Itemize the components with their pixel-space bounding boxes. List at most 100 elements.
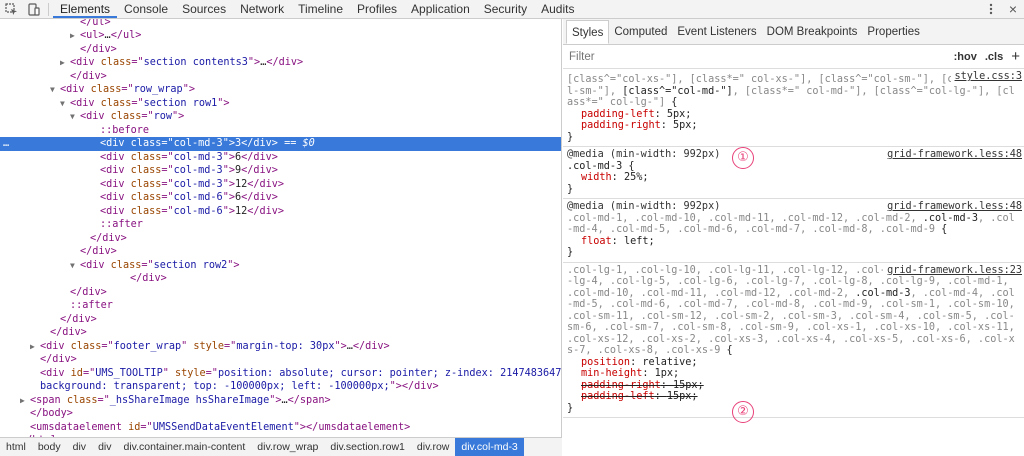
dom-node[interactable]: ▼ <div class="section row2"> (0, 259, 561, 273)
dom-node[interactable]: <div class="col-md-3">12</div> (0, 178, 561, 192)
property-name[interactable]: position (581, 357, 630, 368)
css-declaration[interactable]: padding-left: 5px; (567, 109, 1020, 121)
property-name[interactable]: padding-right (581, 380, 661, 391)
property-name[interactable]: width (581, 172, 612, 183)
property-value[interactable]: 1px; (655, 368, 680, 379)
property-name[interactable]: min-height (581, 368, 642, 379)
breadcrumb-item[interactable]: div.row_wrap (251, 438, 324, 456)
overridden-declaration[interactable]: padding-left: 15px; (567, 391, 1020, 403)
property-value[interactable]: relative; (642, 357, 697, 368)
breadcrumb-item[interactable]: div.row (411, 438, 455, 456)
expand-triangle-open-icon[interactable]: ▼ (70, 259, 80, 273)
dom-node[interactable]: </body> (0, 407, 561, 421)
tab-profiles[interactable]: Profiles (350, 0, 404, 18)
rule-source-link[interactable]: style.css:3 (950, 71, 1022, 83)
rule-selector[interactable]: .col-md-3 { (567, 161, 1020, 173)
sidebar-tab-properties[interactable]: Properties (862, 20, 924, 44)
sidebar-tab-styles[interactable]: Styles (566, 20, 610, 44)
rule-source-link[interactable]: grid-framework.less:48 (883, 201, 1022, 213)
breadcrumb-item[interactable]: div.col-md-3 (455, 438, 524, 456)
more-options-icon[interactable] (980, 0, 1002, 19)
sidebar-tab-computed[interactable]: Computed (609, 20, 672, 44)
dom-node[interactable]: ▼ <div class="row_wrap"> (0, 83, 561, 97)
sidebar-tab-dom-breakpoints[interactable]: DOM Breakpoints (762, 20, 863, 44)
expand-triangle-open-icon[interactable]: ▼ (70, 110, 80, 124)
device-mode-icon[interactable] (22, 0, 44, 19)
dom-node[interactable]: ▶ <div class="footer_wrap" style="margin-… (0, 340, 561, 354)
add-rule-icon[interactable]: + (1007, 48, 1024, 65)
dom-node[interactable]: ::after (0, 218, 561, 232)
expand-triangle-closed-icon[interactable]: ▶ (30, 340, 40, 354)
dom-node[interactable]: </div> (0, 353, 561, 367)
css-declaration[interactable]: min-height: 1px; (567, 368, 1020, 380)
breadcrumb-item[interactable]: body (32, 438, 67, 456)
filter-input[interactable] (569, 50, 929, 63)
dom-node[interactable]: </div> (0, 245, 561, 259)
property-value[interactable]: 15px; (673, 380, 704, 391)
property-name[interactable]: padding-left (581, 109, 655, 120)
breadcrumb-item[interactable]: div (92, 438, 117, 456)
expand-triangle-closed-icon[interactable]: ▶ (60, 56, 70, 70)
inspect-element-icon[interactable] (0, 0, 22, 19)
expand-triangle-closed-icon[interactable]: ▶ (70, 29, 80, 43)
dom-node[interactable]: ::after (0, 299, 561, 313)
rule-selector[interactable]: .col-lg-1, .col-lg-10, .col-lg-11, .col-… (567, 265, 1020, 357)
css-declaration[interactable]: padding-right: 5px; (567, 120, 1020, 132)
dom-node[interactable]: <div class="col-md-3">6</div> (0, 151, 561, 165)
dom-node[interactable]: <umsdataelement id="UMSSendDataEventElem… (0, 421, 561, 435)
dom-node[interactable]: ▶ <div class="section contents3">…</div> (0, 56, 561, 70)
expand-triangle-open-icon[interactable]: ▼ (50, 83, 60, 97)
property-value[interactable]: 5px; (667, 109, 692, 120)
dom-node[interactable]: </div> (0, 232, 561, 246)
rule-source-link[interactable]: grid-framework.less:48 (883, 149, 1022, 161)
dom-node[interactable]: <div id="UMS_TOOLTIP" style="position: a… (0, 367, 561, 381)
dom-node[interactable]: </div> (0, 286, 561, 300)
dom-node[interactable]: ▶ <ul>…</ul> (0, 29, 561, 43)
tab-elements[interactable]: Elements (53, 0, 118, 18)
css-declaration[interactable]: width: 25%; (567, 172, 1020, 184)
tab-audits[interactable]: Audits (534, 0, 581, 18)
breadcrumb-item[interactable]: div.container.main-content (118, 438, 252, 456)
property-value[interactable]: 15px; (667, 391, 698, 402)
breadcrumb-item[interactable]: div (67, 438, 92, 456)
hover-state-toggle[interactable]: :hov (950, 51, 981, 63)
property-value[interactable]: 5px; (673, 120, 698, 131)
dom-node[interactable]: </div> (0, 272, 561, 286)
dom-node[interactable]: ▶ <span class="_hsShareImage hsShareImage… (0, 394, 561, 408)
sidebar-tab-event-listeners[interactable]: Event Listeners (672, 20, 761, 44)
tab-console[interactable]: Console (117, 0, 175, 18)
dom-node[interactable]: <div class="col-md-3">9</div> (0, 164, 561, 178)
tab-application[interactable]: Application (404, 0, 477, 18)
property-name[interactable]: padding-right (581, 120, 661, 131)
dom-node[interactable]: </div> (0, 43, 561, 57)
tab-sources[interactable]: Sources (175, 0, 233, 18)
dom-node[interactable]: ▼ <div class="section row1"> (0, 97, 561, 111)
class-toggle[interactable]: .cls (981, 51, 1007, 63)
expand-triangle-open-icon[interactable]: ▼ (60, 97, 70, 111)
dom-node[interactable]: </div> (0, 326, 561, 340)
tab-network[interactable]: Network (233, 0, 291, 18)
breadcrumb-item[interactable]: html (0, 438, 32, 456)
property-value[interactable]: left; (624, 236, 655, 247)
expand-triangle-closed-icon[interactable]: ▶ (20, 394, 30, 408)
dom-node[interactable]: </div> (0, 313, 561, 327)
rule-selector[interactable]: .col-md-1, .col-md-10, .col-md-11, .col-… (567, 213, 1020, 236)
property-value[interactable]: 25%; (624, 172, 649, 183)
tab-timeline[interactable]: Timeline (291, 0, 350, 18)
rule-source-link[interactable]: grid-framework.less:23 (883, 264, 1022, 276)
dom-node[interactable]: ::before (0, 124, 561, 138)
dom-node[interactable]: background: transparent; top: -100000px;… (0, 380, 561, 394)
css-declaration[interactable]: position: relative; (567, 357, 1020, 369)
property-name[interactable]: float (581, 236, 612, 247)
close-devtools-icon[interactable]: × (1002, 0, 1024, 19)
tab-security[interactable]: Security (477, 0, 534, 18)
css-declaration[interactable]: float: left; (567, 236, 1020, 248)
breadcrumb-item[interactable]: div.section.row1 (324, 438, 411, 456)
dom-node[interactable]: <div class="col-md-6">12</div> (0, 205, 561, 219)
dom-node[interactable]: <div class="col-md-6">6</div> (0, 191, 561, 205)
dom-node[interactable]: ▼ <div class="row"> (0, 110, 561, 124)
dom-node-selected[interactable]: … <div class="col-md-3">3</div> == $0 (0, 137, 561, 151)
dom-node[interactable]: </ul> (0, 19, 561, 29)
property-name[interactable]: padding-left (581, 391, 655, 402)
dom-node[interactable]: </div> (0, 70, 561, 84)
